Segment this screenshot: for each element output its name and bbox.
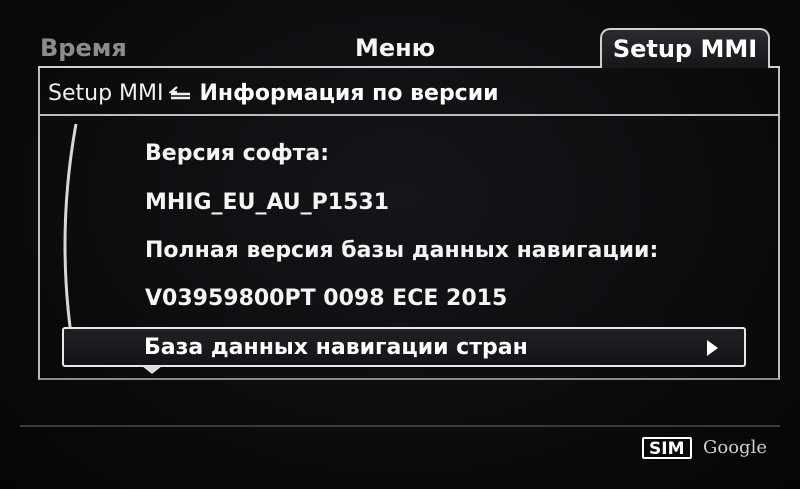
- mmi-screen: Время Меню Setup MMI Setup MMI Информация…: [0, 0, 800, 489]
- nav-database-value: V03959800PT 0098 ECE 2015: [145, 286, 508, 311]
- breadcrumb-divider: [38, 114, 780, 116]
- page-title: Информация по версии: [199, 81, 499, 106]
- breadcrumb: Setup MMI Информация по версии: [48, 78, 499, 110]
- status-divider: [20, 425, 780, 427]
- return-arrow-icon[interactable]: [168, 78, 193, 110]
- tab-time[interactable]: Время: [40, 30, 127, 66]
- chevron-right-icon: [707, 340, 718, 356]
- selection-pointer-icon: [142, 366, 162, 374]
- tab-menu[interactable]: Меню: [355, 30, 435, 66]
- software-version-value: MHIG_EU_AU_P1531: [145, 190, 390, 215]
- country-nav-database-label: База данных навигации стран: [144, 335, 528, 360]
- tab-setup-mmi[interactable]: Setup MMI: [600, 28, 770, 68]
- nav-database-label: Полная версия базы данных навигации:: [145, 238, 659, 263]
- country-nav-database-item[interactable]: База данных навигации стран: [62, 327, 746, 367]
- breadcrumb-parent[interactable]: Setup MMI: [48, 81, 163, 106]
- sim-badge: SIM: [642, 437, 692, 459]
- software-version-label: Версия софта:: [145, 141, 330, 166]
- google-logo: Google: [703, 437, 767, 458]
